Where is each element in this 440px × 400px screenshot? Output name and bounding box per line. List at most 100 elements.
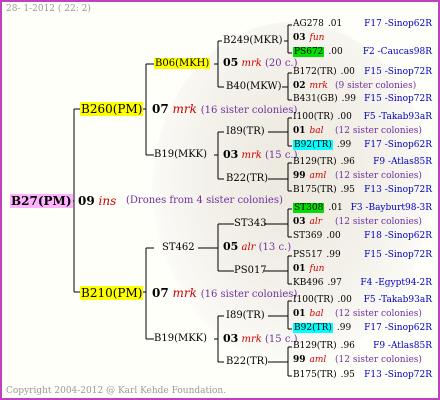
ancestor-row[interactable]: ST308.01 <box>293 203 343 214</box>
l2-st462-node[interactable]: ST462 <box>162 242 195 254</box>
origin-line: F2 -Caucas98R <box>362 47 432 57</box>
l2-b19b-num: 03 <box>223 332 239 345</box>
ancestor-row[interactable]: 01 fun <box>293 264 324 275</box>
ancestor-score: .01 <box>327 19 343 29</box>
l1-top-note: (16 sister colonies) <box>200 105 298 116</box>
l3-node-2[interactable]: I89(TR) <box>226 126 265 138</box>
ancestor-id: B172(TR) <box>293 67 337 77</box>
pedigree-frame: 28- 1-2012 ( 22: 2) B27(PM) 09 ins (Dron… <box>0 0 440 400</box>
l1-top-node[interactable]: B260(PM) <box>80 102 144 116</box>
root-num: 09 <box>78 194 95 208</box>
ancestor-row[interactable]: B175(TR) .95 <box>293 185 355 196</box>
ancestor-id: ST308 <box>293 203 325 213</box>
ancestor-id: B175(TR) <box>293 370 337 380</box>
ancestor-score: bal <box>309 126 324 136</box>
ancestor-id: B129(TR) <box>293 157 337 167</box>
l3-node-3[interactable]: B22(TR) <box>226 173 268 185</box>
l1-bot-node[interactable]: B210(PM) <box>80 286 144 300</box>
origin-line: F18 -Sinop62R <box>364 231 432 241</box>
ancestor-id: ST369 <box>293 231 323 241</box>
ancestor-row[interactable]: 99 aml <box>293 171 326 182</box>
l3-node-0[interactable]: B249(MKR) <box>223 35 282 47</box>
ancestor-id: B431(GB) <box>293 94 338 104</box>
ancestor-row[interactable]: B92(TR) .99 <box>293 323 351 334</box>
ancestor-row[interactable]: AG278.01 <box>293 19 342 30</box>
ancestor-row[interactable]: B129(TR) .96 <box>293 157 355 168</box>
ancestor-row[interactable]: B175(TR) .95 <box>293 370 355 381</box>
ancestor-score: alr <box>309 217 323 227</box>
l2-b19a-node[interactable]: B19(MKK) <box>154 149 207 161</box>
l2-b19a-num: 03 <box>223 148 239 161</box>
root-drones-text: (Drones from 4 sister colonies) <box>126 195 283 206</box>
l1-top-num: 07 <box>152 102 169 116</box>
ancestor-row[interactable]: 03 alr <box>293 217 322 228</box>
footer-copyright: Copyright 2004-2012 @ Karl Kehde Foundat… <box>6 386 227 396</box>
ancestor-score: .00 <box>337 112 352 122</box>
ancestor-row[interactable]: KB496.97 <box>293 278 342 289</box>
ancestor-score: .95 <box>340 370 355 380</box>
l2-st462-ins: alr <box>241 242 256 253</box>
ancestor-score: .00 <box>326 231 341 241</box>
ancestor-row[interactable]: B172(TR) .00 <box>293 67 355 78</box>
ancestor-id: 01 <box>293 126 306 136</box>
ancestor-id: 01 <box>293 309 306 319</box>
ancestor-id: B92(TR) <box>293 140 333 150</box>
ancestor-id: 02 <box>293 81 306 91</box>
root-node[interactable]: B27(PM) <box>10 194 73 208</box>
origin-line: F17 -Sinop62R <box>364 140 432 150</box>
ancestor-id: 99 <box>293 355 306 365</box>
ancestor-score: .01 <box>328 203 343 213</box>
ancestor-score: .00 <box>328 47 343 57</box>
l1-top-label: B260(PM) <box>80 102 144 116</box>
origin-line: F15 -Sinop72R <box>364 250 432 260</box>
root-info: 09 ins <box>78 194 116 208</box>
ancestor-score: .99 <box>336 323 352 333</box>
l3-node-7[interactable]: B22(TR) <box>226 356 268 368</box>
l2-b19a-ins: mrk <box>241 150 262 161</box>
ancestor-row[interactable]: I100(TR) .00 <box>293 295 352 306</box>
ancestor-row[interactable]: PS672.00 <box>293 47 343 58</box>
ancestor-score: mrk <box>309 81 328 91</box>
ancestor-row[interactable]: 02 mrk <box>293 81 328 92</box>
ancestor-score: .96 <box>340 341 355 351</box>
l3-node-4[interactable]: ST343 <box>234 218 267 230</box>
origin-line: F9 -Atlas85R <box>373 341 432 351</box>
ancestor-score: .95 <box>340 185 355 195</box>
ancestor-id: B175(TR) <box>293 185 337 195</box>
ancestor-id: 01 <box>293 264 306 274</box>
l2-st462-label: ST462 <box>162 242 195 253</box>
l2-b06-info: 05 mrk (20 c.) <box>223 57 298 70</box>
l2-st462-num: 05 <box>223 240 239 253</box>
ancestor-score: .97 <box>327 278 342 288</box>
l3-node-6[interactable]: I89(TR) <box>226 310 265 322</box>
ancestor-row[interactable]: 01 bal <box>293 309 324 320</box>
ancestor-row[interactable]: ST369.00 <box>293 231 341 242</box>
ancestor-row[interactable]: B92(TR) .99 <box>293 140 351 151</box>
ancestor-row[interactable]: I100(TR) .00 <box>293 112 352 123</box>
ancestor-id: 03 <box>293 33 306 43</box>
l1-bot-label: B210(PM) <box>80 286 144 300</box>
ancestor-id: PS672 <box>293 47 325 57</box>
ancestor-row[interactable]: 03 fun <box>293 33 324 44</box>
ancestor-row[interactable]: 01 bal <box>293 126 324 137</box>
ancestor-row[interactable]: B129(TR) .96 <box>293 341 355 352</box>
ancestor-row[interactable]: PS517.99 <box>293 250 341 261</box>
root-ins: ins <box>98 194 117 208</box>
l2-b19b-info: 03 mrk (15 c.) <box>223 333 298 346</box>
l3-node-5[interactable]: PS017 <box>234 265 267 277</box>
ancestor-row[interactable]: 99 aml <box>293 355 326 366</box>
ancestor-score: aml <box>309 355 327 365</box>
sister-colonies-note: (12 sister colonies) <box>335 126 422 136</box>
ancestor-id: 03 <box>293 217 306 227</box>
origin-line: F15 -Sinop72R <box>364 94 432 104</box>
ancestor-row[interactable]: B431(GB) .99 <box>293 94 356 105</box>
l2-b06-node[interactable]: B06(MKH) <box>154 58 211 70</box>
root-label: B27(PM) <box>10 194 73 208</box>
l3-node-1[interactable]: B40(MKW) <box>226 81 282 93</box>
ancestor-score: fun <box>309 264 325 274</box>
l1-top-ins: mrk <box>172 102 197 116</box>
ancestor-id: B92(TR) <box>293 323 333 333</box>
l2-st462-info: 05 alr (13 c.) <box>223 241 291 254</box>
l2-b19b-node[interactable]: B19(MKK) <box>154 333 207 345</box>
ancestor-score: .00 <box>340 67 355 77</box>
